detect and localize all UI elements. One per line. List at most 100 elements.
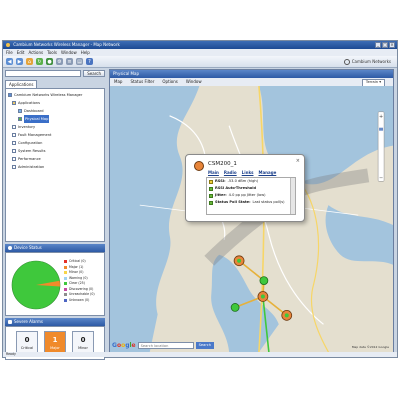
close-button[interactable]: × bbox=[389, 42, 395, 48]
popup-link-radio[interactable]: Radio bbox=[224, 170, 237, 175]
tree-node-administration[interactable]: Administration bbox=[6, 163, 104, 171]
status-bar: Ready bbox=[3, 352, 397, 357]
minimize-button[interactable]: _ bbox=[375, 42, 381, 48]
map-search: Google Search location Search bbox=[112, 342, 214, 349]
svg-text:+: + bbox=[379, 114, 383, 120]
left-panel: Search Applications Cambium Networks Wir… bbox=[5, 69, 105, 360]
settings-icon[interactable]: ⚙ bbox=[56, 58, 63, 65]
alarm-critical-label: Critical bbox=[20, 346, 34, 350]
popup-scrollbar[interactable] bbox=[290, 178, 295, 214]
map-menu-options[interactable]: Options bbox=[162, 78, 177, 86]
device-marker-4[interactable] bbox=[230, 303, 240, 312]
expand-icon[interactable] bbox=[12, 157, 16, 161]
tree-node-configuration[interactable]: Configuration bbox=[6, 139, 104, 147]
google-logo: Google bbox=[112, 342, 136, 349]
map-menu-map[interactable]: Map bbox=[114, 78, 122, 86]
device-status-icon bbox=[194, 161, 204, 171]
svg-text:−: − bbox=[379, 175, 383, 181]
device-status-header: Device Status bbox=[5, 244, 105, 252]
alarm-critical-count: 0 bbox=[24, 336, 30, 344]
home-icon[interactable]: ⌂ bbox=[26, 58, 33, 65]
map-menu: Map Status Filter Options Window bbox=[110, 78, 393, 86]
application-tree: Cambium Networks Wireless Manager Applic… bbox=[5, 89, 105, 242]
device-status-pie bbox=[11, 260, 61, 310]
expand-icon[interactable] bbox=[12, 141, 16, 145]
popup-close-icon[interactable]: × bbox=[296, 158, 300, 164]
severe-alarms-header: Severe Alarms bbox=[5, 318, 105, 326]
popup-link-main[interactable]: Main bbox=[208, 170, 219, 175]
refresh-icon[interactable]: ↻ bbox=[36, 58, 43, 65]
legend-swatch bbox=[64, 287, 67, 291]
map-search-input[interactable]: Search location bbox=[137, 342, 194, 349]
app-search: Search bbox=[5, 69, 105, 78]
device-marker-2[interactable] bbox=[259, 276, 269, 285]
forward-icon[interactable]: ▶ bbox=[16, 58, 23, 65]
tree-node-inventory[interactable]: Inventory bbox=[6, 123, 104, 131]
app-window: Cambium Networks Wireless Manager - Map … bbox=[2, 40, 398, 360]
app-icon bbox=[6, 43, 10, 47]
app-search-input[interactable] bbox=[5, 70, 82, 77]
network-icon[interactable]: ● bbox=[46, 58, 53, 65]
help-icon[interactable]: ? bbox=[86, 58, 93, 65]
tree-node-performance[interactable]: Performance bbox=[6, 155, 104, 163]
menu-help[interactable]: Help bbox=[81, 49, 90, 56]
app-search-button[interactable]: Search bbox=[83, 70, 105, 77]
alarm-minor-label: Minor bbox=[78, 346, 88, 350]
popup-link-manage[interactable]: Manage bbox=[258, 170, 276, 175]
map-search-button[interactable]: Search bbox=[195, 342, 214, 349]
expand-icon[interactable] bbox=[12, 125, 16, 129]
list-icon[interactable]: ≡ bbox=[66, 58, 73, 65]
menu-tools[interactable]: Tools bbox=[47, 49, 57, 56]
device-marker-csm200[interactable] bbox=[233, 255, 245, 267]
popup-links: Main Radio Links Manage bbox=[208, 170, 276, 175]
device-marker-3[interactable] bbox=[257, 291, 269, 302]
expand-icon[interactable] bbox=[12, 149, 16, 153]
alarm-major-label: Major bbox=[50, 346, 60, 350]
tab-applications[interactable]: Applications bbox=[5, 80, 38, 88]
device-info-popup: CSM200_1 × Main Radio Links Manage RSSI:… bbox=[185, 154, 305, 222]
physical-map-window: Physical Map Map Status Filter Options W… bbox=[109, 69, 394, 353]
map-menu-status-filter[interactable]: Status Filter bbox=[130, 78, 154, 86]
map-window-title: Physical Map bbox=[110, 70, 393, 78]
popup-row-rssi: RSSI: -53.0 dBm (high) bbox=[207, 178, 295, 185]
device-marker-5[interactable] bbox=[281, 310, 293, 321]
bell-icon bbox=[8, 320, 12, 324]
status-green-icon bbox=[209, 186, 213, 191]
popup-details: RSSI: -53.0 dBm (high) RSSI Auto-Threshol… bbox=[206, 177, 296, 215]
menu-file[interactable]: File bbox=[6, 49, 13, 56]
back-icon[interactable]: ◀ bbox=[6, 58, 13, 65]
popup-row-status-poll: Status Poll State: Last status poll(s) bbox=[207, 199, 295, 206]
window-title: Cambium Networks Wireless Manager - Map … bbox=[13, 42, 120, 47]
print-icon[interactable]: ▤ bbox=[76, 58, 83, 65]
status-yellow-icon bbox=[209, 179, 213, 184]
expand-icon[interactable] bbox=[12, 165, 16, 169]
tree-node-root[interactable]: Cambium Networks Wireless Manager bbox=[6, 91, 104, 99]
maximize-button[interactable]: □ bbox=[382, 42, 388, 48]
tree-node-fault-management[interactable]: Fault Management bbox=[6, 131, 104, 139]
brand-name: Cambium Networks bbox=[351, 59, 391, 64]
popup-link-links[interactable]: Links bbox=[242, 170, 254, 175]
expand-icon[interactable] bbox=[12, 133, 16, 137]
zoom-control[interactable]: + − bbox=[377, 111, 385, 182]
window-controls: _ □ × bbox=[375, 42, 395, 48]
tree-node-physical-map[interactable]: Physical Map bbox=[6, 115, 104, 123]
legend-swatch bbox=[64, 293, 67, 297]
tree-node-dashboard[interactable]: Dashboard bbox=[6, 107, 104, 115]
menu-bar: File Edit Actions Tools Window Help bbox=[3, 49, 397, 56]
menu-window[interactable]: Window bbox=[61, 49, 77, 56]
menu-actions[interactable]: Actions bbox=[28, 49, 43, 56]
tree-node-applications[interactable]: Applications bbox=[6, 99, 104, 107]
device-status-legend: Critical (0) Major (1) Minor (0) Warning… bbox=[64, 259, 95, 303]
map-copyright: Map data ©2012 Google bbox=[351, 345, 389, 349]
toolbar: ◀ ▶ ⌂ ↻ ● ⚙ ≡ ▤ ? Cambium Networks bbox=[3, 56, 397, 68]
tree-node-system-results[interactable]: System Results bbox=[6, 147, 104, 155]
legend-swatch bbox=[64, 271, 67, 275]
popup-row-rssi-threshold: RSSI Auto-Threshold bbox=[207, 185, 295, 192]
brand-logo-icon bbox=[343, 58, 350, 65]
menu-edit[interactable]: Edit bbox=[17, 49, 25, 56]
device-status-title: Device Status bbox=[14, 245, 42, 250]
map-menu-window[interactable]: Window bbox=[186, 78, 202, 86]
dashboard-icon bbox=[18, 109, 22, 113]
popup-device-name: CSM200_1 bbox=[208, 161, 237, 167]
legend-swatch bbox=[64, 276, 67, 280]
